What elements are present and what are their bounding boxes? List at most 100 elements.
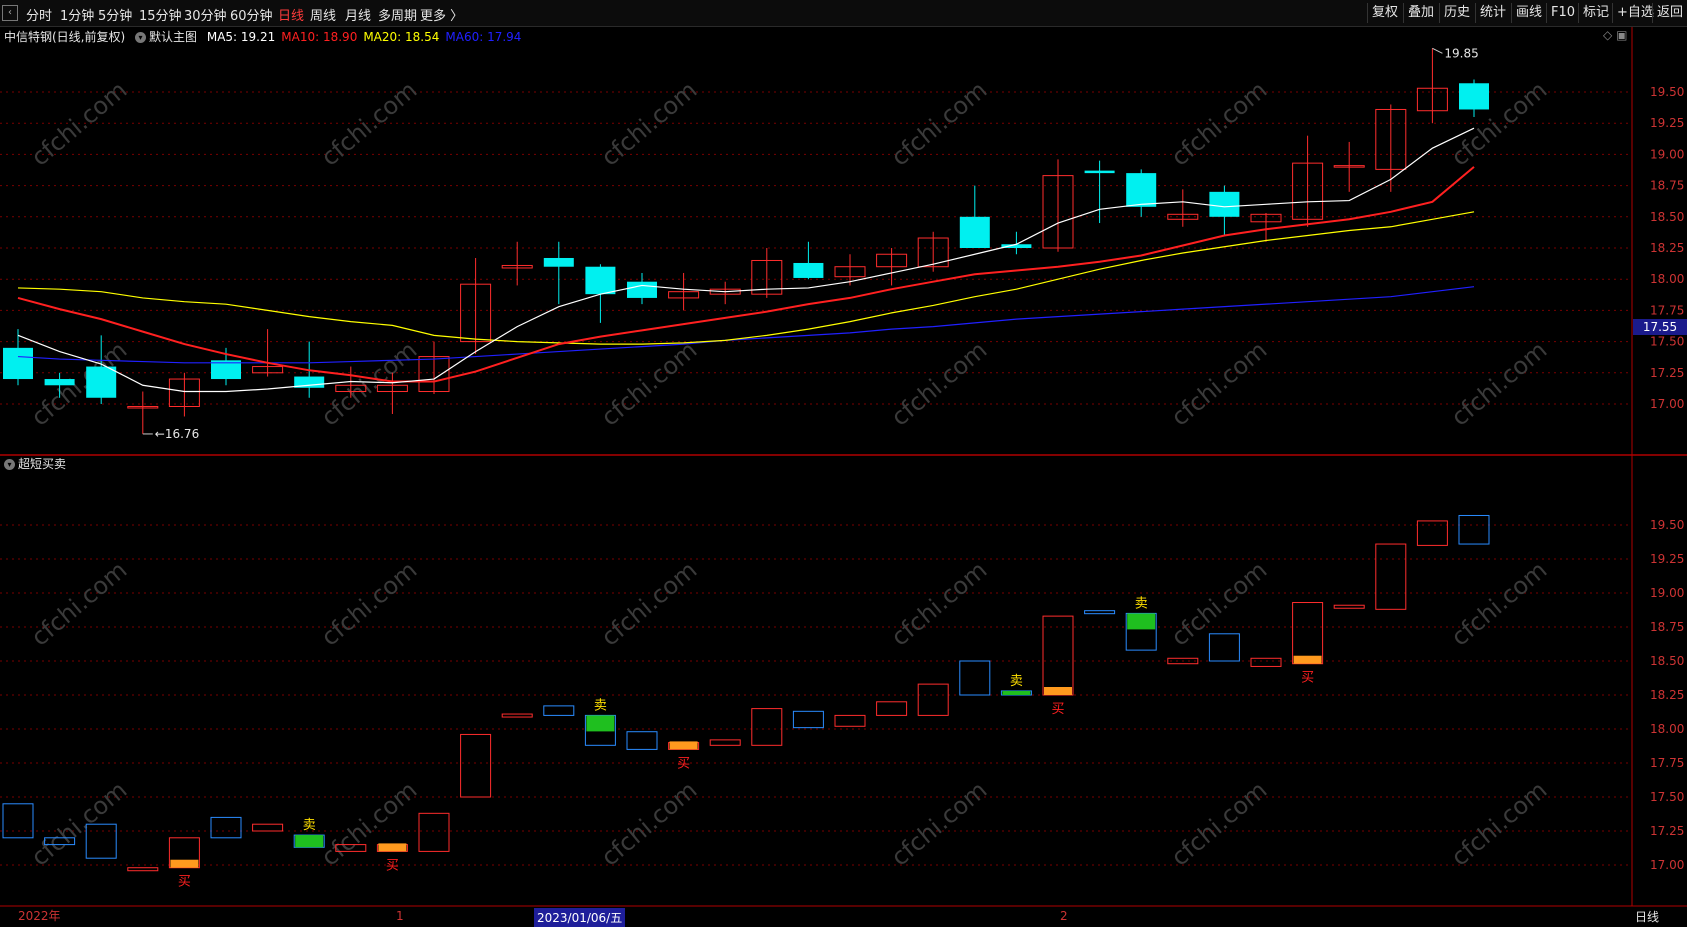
signal-box[interactable] xyxy=(1375,543,1407,610)
toolbar-button-0[interactable]: 复权 xyxy=(1367,3,1402,23)
watermark: cfchi.com xyxy=(596,556,703,652)
signal-box[interactable] xyxy=(210,816,242,839)
signal-box[interactable] xyxy=(751,708,783,746)
sell-marker-bar xyxy=(586,715,615,732)
watermark: cfchi.com xyxy=(1446,556,1553,652)
tab-period-8[interactable]: 月线 xyxy=(345,5,371,24)
tab-period-1[interactable]: 1分钟 xyxy=(60,5,94,24)
toolbar-button-8[interactable]: 返回 xyxy=(1652,3,1687,23)
signal-box[interactable] xyxy=(418,812,450,852)
signal-box[interactable] xyxy=(1333,604,1365,609)
watermark: cfchi.com xyxy=(1446,336,1553,432)
sub-y-tick-label: 18.25 xyxy=(1650,688,1684,702)
watermark: cfchi.com xyxy=(26,336,133,432)
signal-box[interactable] xyxy=(127,867,159,872)
watermark: cfchi.com xyxy=(596,336,703,432)
signal-box[interactable] xyxy=(626,731,658,750)
sell-marker-bar xyxy=(295,835,324,848)
tab-period-3[interactable]: 15分钟 xyxy=(139,5,182,24)
tab-period-6[interactable]: 日线 xyxy=(278,5,304,24)
toolbar-button-2[interactable]: 历史 xyxy=(1439,3,1474,23)
tab-period-7[interactable]: 周线 xyxy=(310,5,336,24)
main-y-tick-label: 17.00 xyxy=(1650,397,1684,411)
toolbar-button-5[interactable]: F10 xyxy=(1546,3,1579,23)
tab-period-5[interactable]: 60分钟 xyxy=(230,5,273,24)
signal-box[interactable] xyxy=(917,683,949,716)
signal-box[interactable] xyxy=(792,710,824,729)
candle-body[interactable] xyxy=(44,379,75,386)
high-marker-label: 19.85 xyxy=(1444,46,1478,60)
buy-marker-bar xyxy=(378,843,407,852)
watermark: cfchi.com xyxy=(1166,336,1273,432)
tab-period-2[interactable]: 5分钟 xyxy=(98,5,132,24)
candle-body[interactable] xyxy=(543,257,574,267)
main-y-tick-label: 19.00 xyxy=(1650,147,1684,161)
signal-box[interactable] xyxy=(501,713,533,718)
candle-body[interactable] xyxy=(627,281,657,298)
watermark: cfchi.com xyxy=(1446,776,1553,872)
main-y-tick-label: 18.50 xyxy=(1650,210,1684,224)
candle-body[interactable] xyxy=(1459,83,1489,110)
candle-body[interactable] xyxy=(793,262,824,278)
signal-box[interactable] xyxy=(2,803,34,839)
signal-box[interactable] xyxy=(460,733,492,798)
tab-period-9[interactable]: 多周期 xyxy=(378,5,417,24)
watermark: cfchi.com xyxy=(596,776,703,872)
signal-box[interactable] xyxy=(1292,602,1324,665)
signal-box[interactable] xyxy=(1084,610,1116,615)
sell-label: 卖 xyxy=(303,818,316,833)
buy-label: 买 xyxy=(1051,702,1064,717)
tab-period-10[interactable]: 更多 〉 xyxy=(420,5,463,24)
signal-box[interactable] xyxy=(1458,514,1490,545)
watermark: cfchi.com xyxy=(1166,776,1273,872)
candle-body[interactable] xyxy=(585,266,616,295)
toolbar-button-1[interactable]: 叠加 xyxy=(1403,3,1438,23)
watermark: cfchi.com xyxy=(596,76,703,172)
signal-box[interactable] xyxy=(1416,520,1448,546)
buy-label: 买 xyxy=(178,875,191,890)
candle-body[interactable] xyxy=(1209,191,1240,217)
signal-box[interactable] xyxy=(876,701,908,716)
signal-box[interactable] xyxy=(543,705,575,716)
tab-period-4[interactable]: 30分钟 xyxy=(184,5,227,24)
low-marker-label: ←16.76 xyxy=(155,427,199,441)
toolbar-button-4[interactable]: 画线 xyxy=(1511,3,1546,23)
buy-label: 买 xyxy=(386,858,399,873)
tab-period-0[interactable]: 分时 xyxy=(26,5,52,24)
candle-body[interactable] xyxy=(1084,170,1115,174)
sub-y-tick-label: 17.75 xyxy=(1650,756,1684,770)
buy-marker-bar xyxy=(1293,655,1322,664)
signal-box[interactable] xyxy=(709,739,741,746)
toolbar-button-3[interactable]: 统计 xyxy=(1475,3,1510,23)
signal-box[interactable] xyxy=(252,823,284,832)
sell-label: 卖 xyxy=(1010,674,1023,689)
sub-y-tick-label: 17.00 xyxy=(1650,858,1684,872)
sell-marker-bar xyxy=(1002,690,1031,695)
signal-box[interactable] xyxy=(1250,657,1282,667)
buy-marker-bar xyxy=(669,741,698,750)
period-badge[interactable]: 日线 xyxy=(1635,908,1659,925)
month-axis-label: 1 xyxy=(396,909,404,923)
buy-marker-bar xyxy=(1044,687,1072,695)
watermark: cfchi.com xyxy=(1166,556,1273,652)
candle-body[interactable] xyxy=(86,366,117,398)
crosshair-date-badge: 2023/01/06/五 xyxy=(534,908,626,927)
signal-box[interactable] xyxy=(1208,633,1240,662)
main-y-tick-label: 17.25 xyxy=(1650,366,1684,380)
year-axis-label: 2022年 xyxy=(18,909,61,923)
signal-box[interactable] xyxy=(1042,615,1074,696)
collapse-icon[interactable]: ‹ xyxy=(2,5,18,21)
candle-body[interactable] xyxy=(959,216,990,248)
candle-body[interactable] xyxy=(3,347,33,380)
sub-y-tick-label: 17.25 xyxy=(1650,824,1684,838)
current-price-tag: 17.55 xyxy=(1633,319,1687,335)
sub-y-tick-label: 19.25 xyxy=(1650,552,1684,566)
kline-chart[interactable]: 19.50 19.50 19.25 19.25 19.00 19.00 18.75 18.75… xyxy=(0,27,1687,926)
signal-box[interactable] xyxy=(834,714,866,727)
candle-body[interactable] xyxy=(1126,173,1157,207)
toolbar-button-6[interactable]: 标记 xyxy=(1578,3,1613,23)
signal-box[interactable] xyxy=(959,660,991,696)
watermark: cfchi.com xyxy=(886,76,993,172)
watermark: cfchi.com xyxy=(886,336,993,432)
main-y-tick-label: 17.50 xyxy=(1650,335,1684,349)
